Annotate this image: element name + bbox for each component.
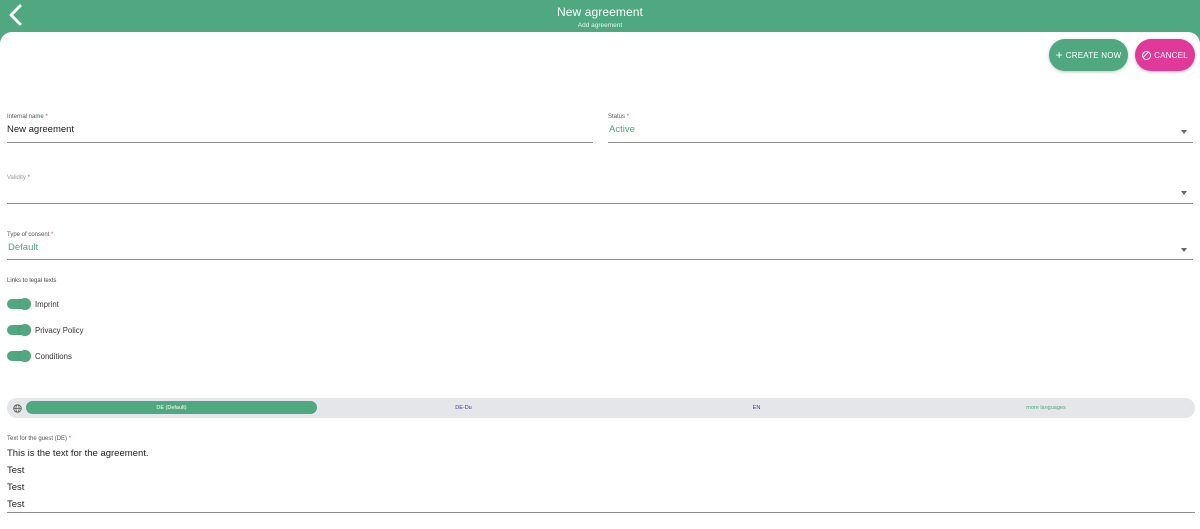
status-select[interactable]: Status * Active (608, 114, 1193, 143)
page-title: New agreement (556, 5, 643, 19)
toggle-switch[interactable] (7, 298, 31, 310)
consent-type-value: Default (8, 242, 39, 253)
cancel-button[interactable]: CANCEL (1135, 39, 1195, 71)
internal-name-value: New agreement (7, 124, 75, 135)
create-now-button[interactable]: + CREATE NOW (1049, 39, 1128, 71)
tab-de-du[interactable]: DE-Du (317, 398, 610, 418)
caret-down-icon (1181, 191, 1187, 195)
legal-links-heading: Links to legal texts (7, 278, 57, 284)
plus-icon: + (1055, 47, 1063, 62)
internal-name-label: Internal name * (7, 114, 48, 120)
guest-text-line: Test (7, 482, 25, 493)
app-header: New agreement Add agreement (0, 0, 1200, 34)
imprint-label: Imprint (35, 299, 59, 309)
imprint-toggle[interactable]: Imprint (7, 297, 59, 311)
language-tabs: DE (Default) DE-Du EN more languages (7, 398, 1195, 418)
validity-select[interactable]: Validity * (7, 175, 1193, 204)
guest-text-field[interactable]: Text for the guest (DE) * This is the te… (7, 436, 1195, 513)
ban-icon (1142, 50, 1152, 60)
privacy-policy-label: Privacy Policy (35, 325, 84, 335)
guest-text-line: This is the text for the agreement. (7, 448, 149, 459)
globe-icon (10, 401, 24, 415)
tab-more-languages[interactable]: more languages (903, 398, 1189, 418)
conditions-toggle[interactable]: Conditions (7, 349, 72, 363)
conditions-label: Conditions (35, 351, 72, 361)
page-subtitle: Add agreement (577, 22, 623, 29)
caret-down-icon (1181, 130, 1187, 134)
tab-de-default[interactable]: DE (Default) (26, 401, 317, 414)
cancel-label: CANCEL (1154, 50, 1188, 60)
toggle-switch[interactable] (7, 324, 31, 336)
tab-en[interactable]: EN (610, 398, 903, 418)
caret-down-icon (1181, 248, 1187, 252)
consent-type-label: Type of consent * (7, 232, 54, 238)
privacy-policy-toggle[interactable]: Privacy Policy (7, 323, 84, 337)
status-label: Status * (608, 114, 630, 120)
create-now-label: CREATE NOW (1065, 50, 1122, 60)
toggle-switch[interactable] (7, 350, 31, 362)
guest-text-line: Test (7, 499, 25, 510)
internal-name-field[interactable]: Internal name * New agreement (7, 114, 593, 143)
guest-text-label: Text for the guest (DE) * (7, 436, 72, 442)
status-value: Active (609, 124, 635, 135)
validity-label: Validity * (7, 175, 30, 181)
consent-type-select[interactable]: Type of consent * Default (7, 232, 1193, 260)
guest-text-line: Test (7, 465, 25, 476)
content-card: + CREATE NOW CANCEL Internal name * New … (0, 32, 1200, 529)
